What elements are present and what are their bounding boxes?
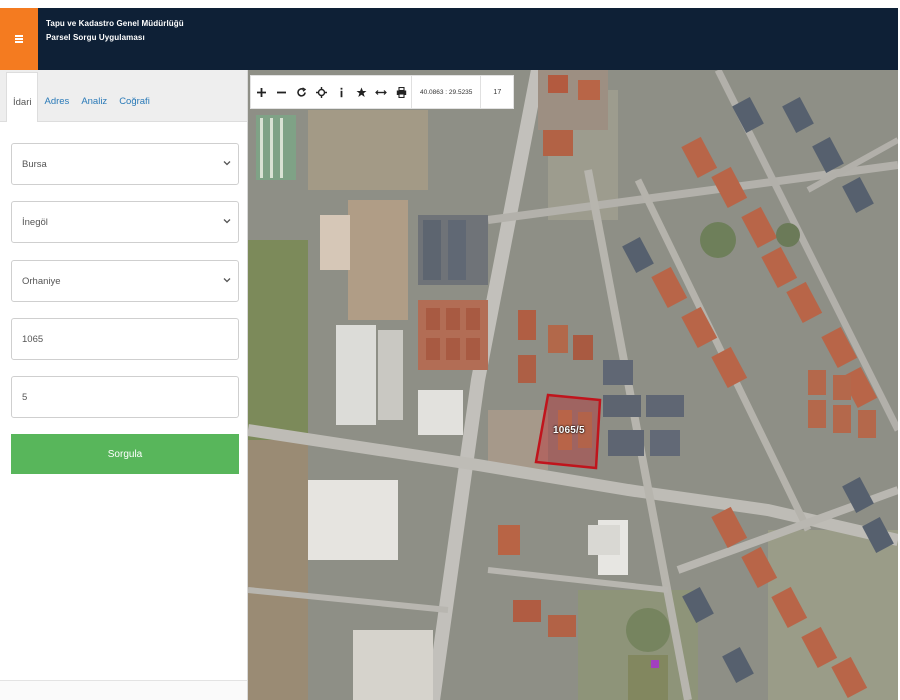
il-select-value: Bursa xyxy=(22,158,47,170)
parsel-input[interactable]: 5 xyxy=(11,376,239,418)
star-icon[interactable] xyxy=(351,75,371,109)
parcel-label: 1065/5 xyxy=(553,425,585,436)
parsel-input-value: 5 xyxy=(22,391,28,403)
chevron-down-icon xyxy=(223,219,231,224)
app-title: Tapu ve Kadastro Genel Müdürlüğü xyxy=(46,19,184,28)
ilce-select-value: İnegöl xyxy=(22,216,48,228)
hamburger-icon xyxy=(15,35,23,43)
tab-idari[interactable]: İdari xyxy=(6,72,39,122)
measure-icon[interactable] xyxy=(371,75,391,109)
chevron-down-icon xyxy=(223,278,231,283)
refresh-icon[interactable] xyxy=(291,75,311,109)
header-titles: Tapu ve Kadastro Genel Müdürlüğü Parsel … xyxy=(38,8,184,70)
mahalle-select-value: Orhaniye xyxy=(22,275,61,287)
info-icon[interactable] xyxy=(331,75,351,109)
coordinate-readout: 40.0863 : 29.5235 xyxy=(411,75,480,109)
ada-input[interactable]: 1065 xyxy=(11,318,239,360)
tab-adres[interactable]: Adres xyxy=(38,69,75,121)
ilce-select[interactable]: İnegöl xyxy=(11,201,239,243)
print-icon[interactable] xyxy=(391,75,411,109)
app-subtitle: Parsel Sorgu Uygulaması xyxy=(46,33,145,42)
zoom-out-icon[interactable] xyxy=(271,75,291,109)
mahalle-select[interactable]: Orhaniye xyxy=(11,260,239,302)
il-select[interactable]: Bursa xyxy=(11,143,239,185)
map-toolbar: 40.0863 : 29.5235 17 xyxy=(250,75,515,109)
query-tabs: İdari Adres Analiz Coğrafi xyxy=(0,70,247,122)
tab-cografi[interactable]: Coğrafi xyxy=(113,69,156,121)
zoom-in-icon[interactable] xyxy=(251,75,271,109)
satellite-imagery xyxy=(248,70,898,700)
sidebar-footer xyxy=(0,680,247,700)
satellite-map[interactable] xyxy=(248,70,898,700)
zoom-level-readout: 17 xyxy=(480,75,513,109)
app-header: Tapu ve Kadastro Genel Müdürlüğü Parsel … xyxy=(0,8,898,70)
tab-analiz[interactable]: Analiz xyxy=(75,69,113,121)
location-icon[interactable] xyxy=(311,75,331,109)
ada-input-value: 1065 xyxy=(22,333,44,345)
menu-button[interactable] xyxy=(0,8,38,70)
query-sidebar: İdari Adres Analiz Coğrafi Bursa İnegöl … xyxy=(0,70,248,700)
sorgula-button[interactable]: Sorgula xyxy=(11,434,239,474)
chevron-down-icon xyxy=(223,161,231,166)
app-window: Tapu ve Kadastro Genel Müdürlüğü Parsel … xyxy=(0,0,900,700)
